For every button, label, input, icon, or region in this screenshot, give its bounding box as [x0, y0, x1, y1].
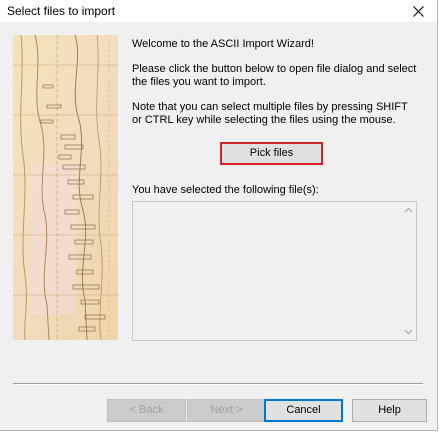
window-title: Select files to import: [7, 4, 116, 18]
instructions-text: Please click the button below to open fi…: [132, 63, 417, 88]
footer-divider: [13, 383, 423, 385]
cancel-button[interactable]: Cancel: [264, 399, 343, 422]
back-button[interactable]: < Back: [107, 399, 186, 422]
selected-files-list[interactable]: [132, 201, 417, 341]
chevron-down-icon[interactable]: [404, 327, 413, 336]
next-button[interactable]: Next >: [187, 399, 266, 422]
well-log-illustration: [13, 35, 118, 340]
vertical-scrollbar[interactable]: [401, 202, 416, 340]
selected-files-label: You have selected the following file(s):: [132, 184, 319, 196]
welcome-text: Welcome to the ASCII Import Wizard!: [132, 38, 314, 50]
import-wizard-dialog: Select files to import Welcome to the AS…: [0, 0, 438, 431]
multi-select-note: Note that you can select multiple files …: [132, 101, 408, 126]
pick-files-button[interactable]: Pick files: [220, 142, 323, 165]
chevron-up-icon[interactable]: [404, 206, 413, 215]
close-icon: [413, 6, 424, 17]
title-bar: Select files to import: [0, 0, 437, 22]
wizard-side-image: [13, 35, 118, 340]
close-button[interactable]: [403, 0, 433, 22]
help-button[interactable]: Help: [352, 399, 427, 422]
